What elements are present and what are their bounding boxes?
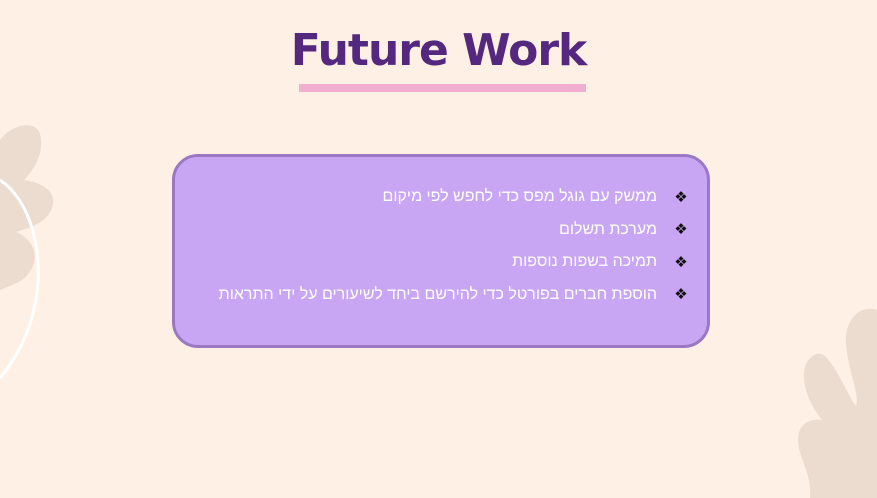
diamond-bullet-icon: ❖ — [674, 187, 688, 206]
title-underline — [299, 84, 586, 92]
diamond-bullet-icon: ❖ — [674, 285, 688, 304]
list-item-text: מערכת תשלום — [558, 220, 657, 238]
leaf-decoration-left — [0, 125, 54, 379]
list-item: ❖ ממשק עם גוגל מפס כדי לחפש לפי מיקום — [219, 181, 691, 214]
list-item: ❖ מערכת תשלום — [219, 214, 691, 247]
diamond-bullet-icon: ❖ — [674, 220, 688, 239]
slide-title: Future Work — [290, 25, 588, 76]
list-item-text: הוספת חברים בפורטל כדי להירשם ביחד לשיעו… — [218, 285, 657, 303]
future-work-card: ❖ ממשק עם גוגל מפס כדי לחפש לפי מיקום ❖ … — [172, 154, 710, 348]
list-item: ❖ תמיכה בשפות נוספות — [219, 246, 691, 279]
future-work-list: ❖ ממשק עם גוגל מפס כדי לחפש לפי מיקום ❖ … — [219, 181, 691, 311]
leaf-decoration-right — [798, 308, 877, 498]
list-item: ❖ הוספת חברים בפורטל כדי להירשם ביחד לשי… — [219, 279, 691, 312]
list-item-text: ממשק עם גוגל מפס כדי לחפש לפי מיקום — [382, 188, 657, 206]
list-item-text: תמיכה בשפות נוספות — [512, 253, 657, 271]
diamond-bullet-icon: ❖ — [674, 252, 688, 271]
